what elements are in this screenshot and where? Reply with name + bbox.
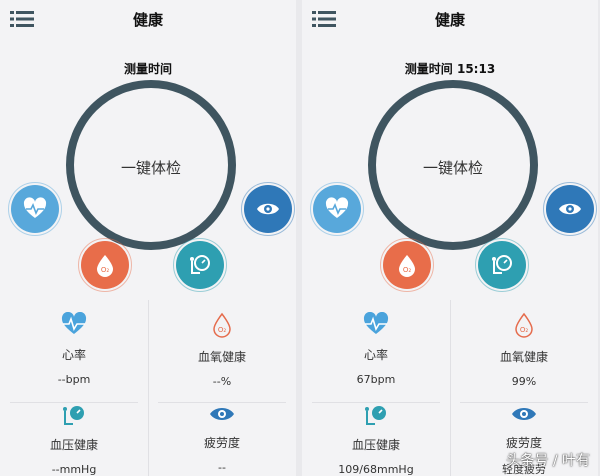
heart-rate-measure-button[interactable]: [8, 182, 62, 236]
stat-label: 疲劳度: [505, 436, 542, 450]
stat-value: --mmHg: [51, 463, 97, 476]
one-key-check-label: 一键体检: [422, 159, 483, 177]
one-key-check-button[interactable]: 一键体检: [66, 80, 236, 250]
stats-divider: [312, 402, 440, 403]
blood-drop-icon: O₂: [97, 255, 113, 277]
heart-icon: [23, 197, 47, 218]
stat-label: 血压健康: [351, 438, 400, 452]
heartbeat-icon: [61, 312, 87, 334]
stat-value: 67bpm: [356, 373, 396, 386]
blood-pressure-gauge-icon: [63, 406, 84, 425]
blood-drop-icon: O₂: [399, 255, 415, 277]
stat-blood-oxygen[interactable]: O₂ 血氧健康 --%: [148, 312, 296, 388]
stat-label: 心率: [61, 348, 86, 362]
stat-heart-rate[interactable]: 心率 --bpm: [0, 312, 148, 386]
svg-text:O₂: O₂: [218, 326, 227, 334]
stat-value: 109/68mmHg: [338, 463, 414, 476]
stat-value: --bpm: [57, 373, 91, 386]
stat-label: 血氧健康: [499, 350, 548, 364]
heart-rate-measure-button[interactable]: [310, 182, 364, 236]
stat-value: --: [218, 461, 226, 474]
page-title: 健康: [434, 11, 465, 29]
stat-heart-rate[interactable]: 心率 67bpm: [302, 312, 450, 386]
blood-pressure-gauge-icon: [365, 406, 386, 425]
stats-divider: [460, 402, 588, 403]
stat-value: 99%: [511, 375, 537, 388]
stat-blood-pressure[interactable]: 血压健康 --mmHg: [0, 404, 148, 476]
blood-drop-icon: O₂: [515, 312, 533, 338]
health-screen-before: 健康 测量时间 一键体检 O₂ 心率 --bpm O₂ 血氧健康 --% 血压健…: [0, 0, 296, 476]
svg-text:O₂: O₂: [101, 266, 110, 274]
heartbeat-icon: [363, 312, 389, 334]
svg-text:O₂: O₂: [520, 326, 529, 334]
blood-pressure-measure-button[interactable]: [173, 238, 227, 292]
blood-pressure-gauge-icon: [190, 255, 210, 274]
heart-icon: [325, 197, 349, 218]
one-key-check-button[interactable]: 一键体检: [368, 80, 538, 250]
eye-icon: [257, 203, 279, 215]
stat-label: 心率: [363, 348, 388, 362]
blood-pressure-measure-button[interactable]: [475, 238, 529, 292]
stats-divider: [158, 402, 286, 403]
one-key-check-label: 一键体检: [120, 159, 181, 177]
stats-divider: [10, 402, 138, 403]
watermark: 头条号 / 叶有: [506, 453, 590, 469]
eye-icon: [559, 203, 581, 215]
stat-blood-pressure[interactable]: 血压健康 109/68mmHg: [302, 404, 450, 476]
page-title: 健康: [132, 11, 163, 29]
health-screen-after: 健康 测量时间 15:13 一键体检 O₂ 心率 67bpm O₂ 血氧健康 9…: [302, 0, 598, 476]
blood-oxygen-measure-button[interactable]: O₂: [380, 238, 434, 292]
stat-blood-oxygen[interactable]: O₂ 血氧健康 99%: [450, 312, 598, 388]
stat-label: 血氧健康: [197, 350, 246, 364]
measure-time-label: 测量时间: [123, 62, 172, 76]
svg-text:O₂: O₂: [403, 266, 412, 274]
measure-time-label: 测量时间 15:13: [404, 62, 496, 76]
eye-icon: [512, 408, 536, 420]
stat-label: 血压健康: [49, 438, 98, 452]
stat-fatigue[interactable]: 疲劳度 --: [148, 404, 296, 474]
blood-pressure-gauge-icon: [492, 255, 512, 274]
fatigue-measure-button[interactable]: [543, 182, 597, 236]
fatigue-measure-button[interactable]: [241, 182, 295, 236]
eye-icon: [210, 408, 234, 420]
blood-oxygen-measure-button[interactable]: O₂: [78, 238, 132, 292]
stat-value: --%: [212, 375, 232, 388]
blood-drop-icon: O₂: [213, 312, 231, 338]
stat-label: 疲劳度: [203, 436, 240, 450]
